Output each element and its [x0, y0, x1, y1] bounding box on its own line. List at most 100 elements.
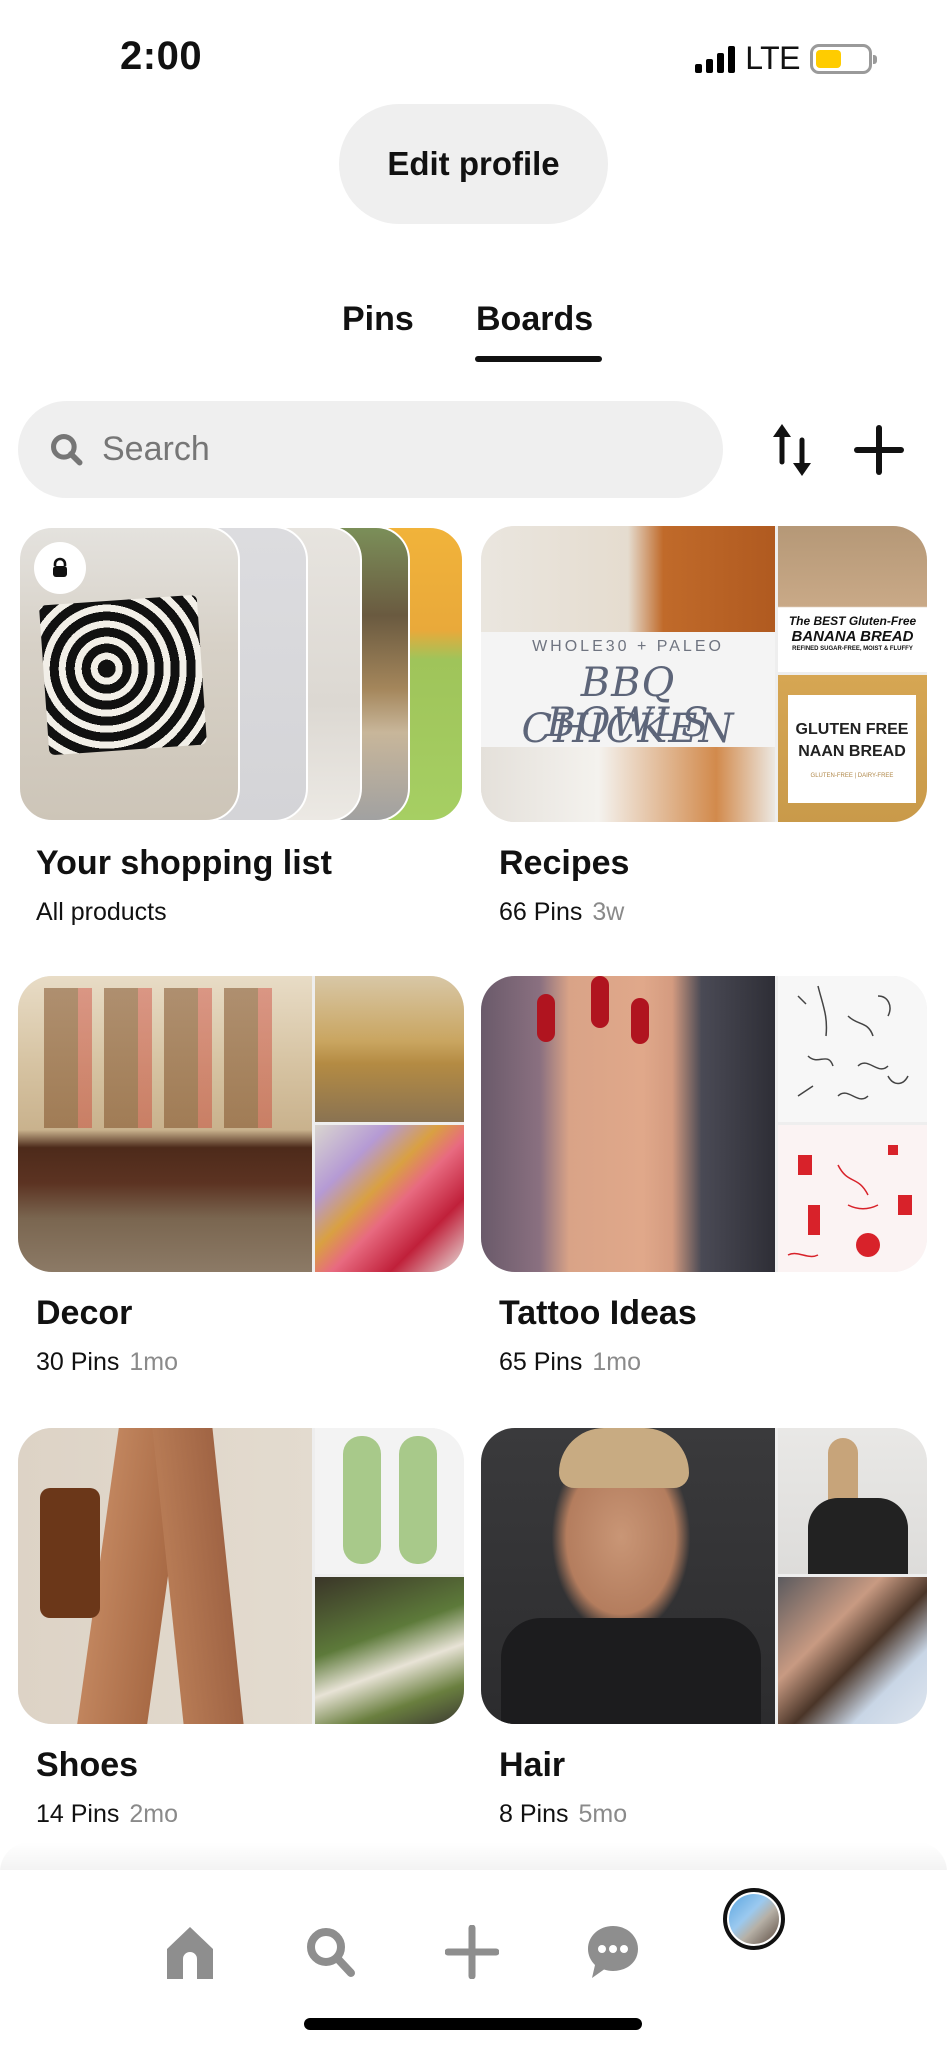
tattoo-sketch-image	[797, 985, 909, 1100]
private-board-badge	[34, 542, 86, 594]
board-pin-count: 14 Pins	[36, 1800, 120, 1828]
board-pin-count: 65 Pins	[499, 1348, 583, 1376]
board-cover[interactable]	[18, 526, 464, 822]
pin-image-detail	[501, 1618, 761, 1724]
status-bar: 2:00 LTE	[0, 0, 947, 100]
plus-icon	[445, 1925, 499, 1979]
battery-level	[816, 49, 841, 68]
board-updated-age: 1mo	[129, 1348, 179, 1376]
pin-image-detail	[40, 1488, 100, 1618]
board-meta: 65 Pins 1mo	[499, 1348, 641, 1377]
board-updated-age: 5mo	[578, 1800, 628, 1828]
pin-image	[315, 976, 464, 1122]
pin-image-lower	[481, 747, 775, 822]
pin-image-detail	[343, 1436, 381, 1564]
board-meta: All products	[36, 898, 167, 927]
pin-image-detail	[537, 994, 555, 1042]
board-updated-age: 3w	[592, 898, 625, 926]
board-meta: 8 Pins 5mo	[499, 1800, 627, 1829]
board-title: Tattoo Ideas	[499, 1294, 697, 1332]
pin-image	[481, 1428, 775, 1724]
board-cover[interactable]: WHOLE30 + PALEO BBQ CHICKEN BOWLS The BE…	[481, 526, 927, 822]
pin-image-detail	[559, 1428, 689, 1488]
board-title: Decor	[36, 1294, 133, 1332]
create-board-button[interactable]	[850, 420, 908, 480]
nav-home[interactable]	[160, 1922, 220, 1982]
plus-icon	[854, 425, 904, 475]
pin-image-text: The BEST Gluten-Free	[788, 614, 917, 628]
avatar	[729, 1894, 779, 1944]
tattoo-sketch-image	[787, 1145, 912, 1258]
pin-image: The BEST Gluten-Free BANANA BREAD REFINE…	[778, 526, 927, 672]
pin-image-detail	[44, 988, 284, 1128]
pin-image-detail	[631, 998, 649, 1044]
nav-messages[interactable]	[583, 1922, 643, 1982]
nav-shadow	[0, 1842, 947, 1872]
search-input[interactable]	[102, 430, 662, 469]
nav-create[interactable]	[442, 1922, 502, 1982]
sort-arrows-icon	[773, 424, 811, 476]
status-indicators: LTE	[695, 40, 877, 77]
board-title: Hair	[499, 1746, 566, 1784]
search-icon	[51, 433, 83, 466]
board-pin-count: 66 Pins	[499, 898, 583, 926]
board-updated-age: 2mo	[129, 1800, 179, 1828]
pin-image-text: BANANA BREAD	[791, 628, 914, 645]
pin-image: WHOLE30 + PALEO BBQ CHICKEN BOWLS	[481, 526, 775, 822]
board-updated-age: 1mo	[592, 1348, 642, 1376]
board-pin-count: 30 Pins	[36, 1348, 120, 1376]
pin-image-text: BOWLS	[546, 700, 710, 746]
pin-image-detail	[808, 1498, 908, 1574]
sort-button[interactable]	[764, 420, 820, 480]
board-pin-count: 8 Pins	[499, 1800, 569, 1828]
chat-bubble-icon	[588, 1926, 638, 1978]
battery-icon	[810, 43, 877, 74]
profile-tabs: Pins Boards	[0, 300, 947, 370]
board-cover[interactable]	[481, 1428, 927, 1724]
pin-image-text: GLUTEN-FREE | DAIRY-FREE	[810, 773, 894, 779]
pin-image	[778, 1577, 927, 1724]
pin-image	[778, 976, 927, 1122]
pin-image	[778, 1125, 927, 1272]
pin-image-detail	[399, 1436, 437, 1564]
board-meta: 30 Pins 1mo	[36, 1348, 178, 1377]
pin-image	[315, 1125, 464, 1272]
board-title: Shoes	[36, 1746, 139, 1784]
home-icon	[167, 1927, 213, 1979]
pin-image-text: GLUTEN FREE	[795, 721, 909, 738]
tab-pins[interactable]: Pins	[342, 300, 414, 339]
board-title: Recipes	[499, 844, 630, 882]
pin-image-detail	[591, 976, 609, 1028]
lock-icon	[53, 557, 67, 577]
board-cover[interactable]	[481, 976, 927, 1272]
home-indicator[interactable]	[304, 2018, 642, 2030]
pin-image-banner: WHOLE30 + PALEO BBQ CHICKEN BOWLS	[481, 632, 775, 752]
nav-search[interactable]	[301, 1922, 361, 1982]
pin-image	[315, 1577, 464, 1724]
board-meta: 66 Pins 3w	[499, 898, 624, 927]
pin-image	[18, 1428, 312, 1724]
pin-image: GLUTEN FREE NAAN BREAD GLUTEN-FREE | DAI…	[778, 675, 927, 822]
board-cover[interactable]	[18, 1428, 464, 1724]
pin-image-text: NAAN BREAD	[798, 743, 906, 760]
board-title: Your shopping list	[36, 844, 332, 882]
board-subtitle: All products	[36, 898, 167, 926]
active-tab-indicator	[475, 356, 602, 362]
signal-strength-icon	[695, 45, 736, 73]
pin-image	[778, 1428, 927, 1574]
pin-image-label-box: GLUTEN FREE NAAN BREAD GLUTEN-FREE | DAI…	[788, 695, 916, 803]
board-meta: 14 Pins 2mo	[36, 1800, 178, 1829]
pin-image-text: WHOLE30 + PALEO	[532, 638, 724, 655]
pin-image	[315, 1428, 464, 1574]
pin-image-text: REFINED SUGAR-FREE, MOIST & FLUFFY	[792, 646, 913, 652]
search-icon	[307, 1928, 355, 1977]
search-bar[interactable]	[18, 401, 723, 498]
edit-profile-button[interactable]: Edit profile	[339, 104, 608, 224]
status-time: 2:00	[120, 34, 203, 78]
pin-image	[18, 976, 312, 1272]
tab-boards[interactable]: Boards	[476, 300, 593, 339]
pillow-image	[38, 594, 208, 756]
network-type: LTE	[745, 40, 800, 76]
board-cover[interactable]	[18, 976, 464, 1272]
nav-profile-avatar[interactable]	[723, 1888, 785, 1950]
